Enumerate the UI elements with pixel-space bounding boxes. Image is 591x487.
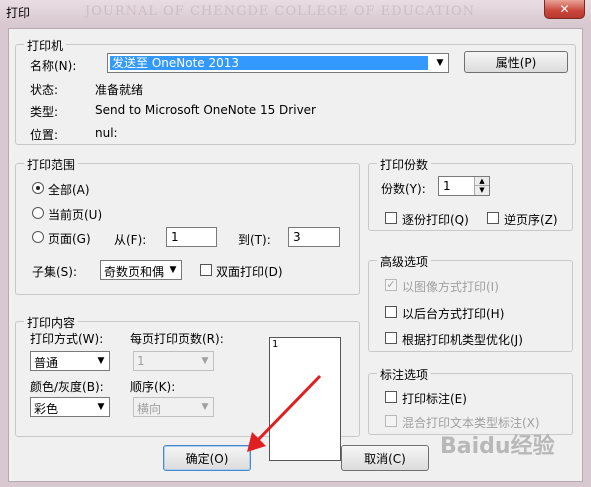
arrow-shaft xyxy=(254,374,322,444)
annotation-arrow-icon xyxy=(247,374,322,452)
